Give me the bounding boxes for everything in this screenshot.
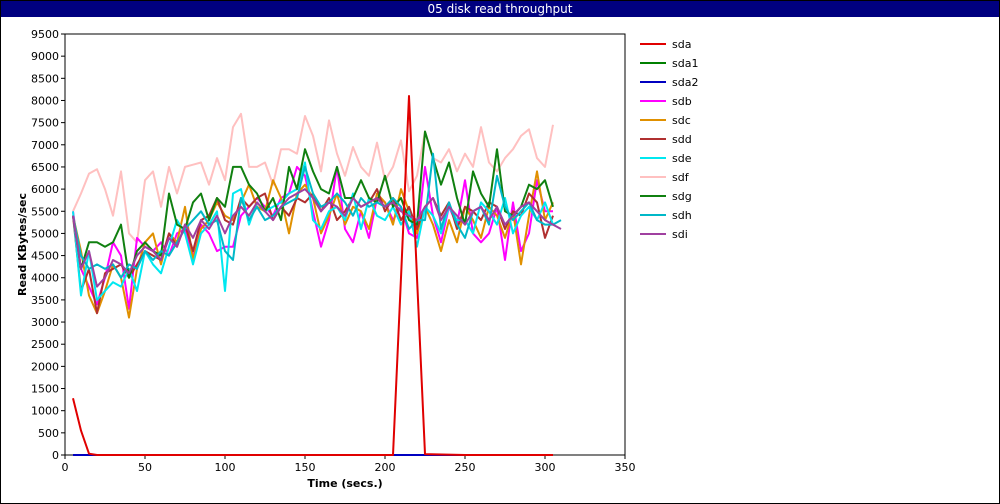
legend-label-sda2: sda2 [672, 76, 698, 89]
legend-label-sdd: sdd [672, 133, 692, 146]
x-tick-label: 50 [138, 461, 152, 474]
y-tick-label: 2500 [31, 338, 59, 351]
x-tick-label: 250 [455, 461, 476, 474]
y-tick-label: 6000 [31, 183, 59, 196]
legend-label-sdc: sdc [672, 114, 691, 127]
x-tick-label: 200 [375, 461, 396, 474]
legend-label-sda: sda [672, 38, 691, 51]
line-chart: 0500100015002000250030003500400045005000… [16, 28, 698, 490]
y-tick-label: 0 [52, 449, 59, 462]
plot-area [64, 33, 626, 456]
axes: 0500100015002000250030003500400045005000… [31, 28, 636, 474]
legend: sda sda1 sda2 sdb sdc sdd sde sdf sdg sdh sdi [640, 38, 698, 241]
y-tick-label: 3000 [31, 316, 59, 329]
x-tick-label: 0 [62, 461, 69, 474]
y-tick-label: 8500 [31, 72, 59, 85]
y-tick-label: 500 [38, 427, 59, 440]
y-tick-label: 5500 [31, 205, 59, 218]
y-tick-label: 5000 [31, 227, 59, 240]
x-tick-label: 100 [215, 461, 236, 474]
y-axis-label: Read KBytes/sec [16, 193, 29, 296]
x-tick-label: 300 [535, 461, 556, 474]
x-tick-label: 150 [295, 461, 316, 474]
legend-label-sda1: sda1 [672, 57, 698, 70]
y-tick-label: 1500 [31, 383, 59, 396]
y-tick-label: 1000 [31, 405, 59, 418]
y-tick-label: 7500 [31, 117, 59, 130]
x-tick-label: 350 [615, 461, 636, 474]
y-tick-label: 9500 [31, 28, 59, 41]
legend-label-sdb: sdb [672, 95, 692, 108]
x-axis-label: Time (secs.) [307, 477, 382, 490]
y-tick-label: 8000 [31, 94, 59, 107]
legend-label-sdg: sdg [672, 190, 692, 203]
legend-label-sdi: sdi [672, 228, 688, 241]
legend-label-sdf: sdf [672, 171, 690, 184]
y-tick-label: 6500 [31, 161, 59, 174]
y-tick-label: 7000 [31, 139, 59, 152]
y-tick-label: 4000 [31, 272, 59, 285]
legend-label-sde: sde [672, 152, 692, 165]
legend-label-sdh: sdh [672, 209, 692, 222]
y-tick-label: 3500 [31, 294, 59, 307]
y-tick-label: 4500 [31, 250, 59, 263]
y-tick-label: 2000 [31, 360, 59, 373]
y-tick-label: 9000 [31, 50, 59, 63]
